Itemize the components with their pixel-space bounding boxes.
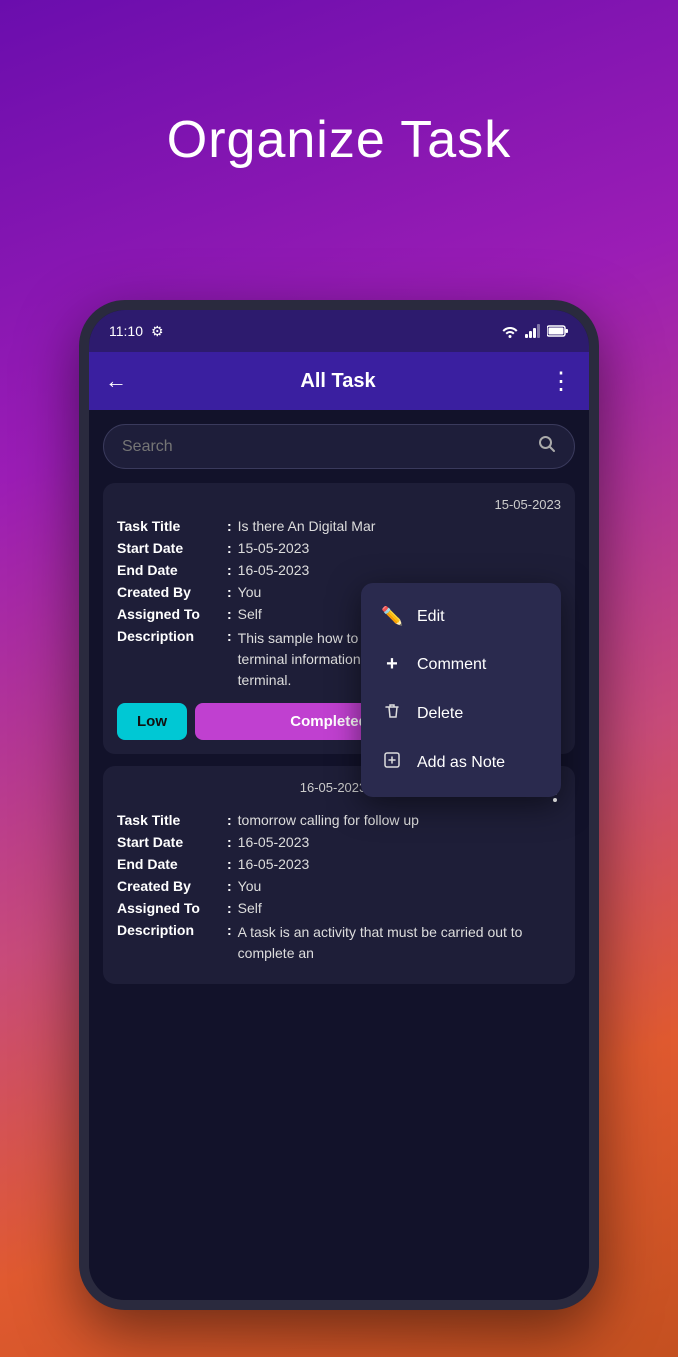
add-note-icon <box>381 751 403 774</box>
status-icons <box>501 324 569 338</box>
app-title: Organize Task <box>0 110 678 170</box>
context-delete[interactable]: Delete <box>361 689 561 738</box>
edit-icon: ✏️ <box>381 606 403 627</box>
task2-startdate-value: 16-05-2023 <box>238 834 310 850</box>
task2-desc-label: Description <box>117 922 227 938</box>
wifi-icon <box>501 324 519 338</box>
context-edit-label: Edit <box>417 608 445 626</box>
gear-icon: ⚙ <box>151 323 164 340</box>
top-bar: ← All Task ⋮ <box>89 352 589 410</box>
context-comment-label: Comment <box>417 656 486 674</box>
task2-title-row: Task Title : tomorrow calling for follow… <box>117 812 561 828</box>
search-bar[interactable] <box>103 424 575 469</box>
task2-assignedto-row: Assigned To : Self <box>117 900 561 916</box>
context-addnote-label: Add as Note <box>417 754 505 772</box>
time-display: 11:10 <box>109 323 143 339</box>
signal-icon <box>525 324 541 338</box>
top-bar-title: All Task <box>300 370 375 393</box>
task1-startdate-row: Start Date : 15-05-2023 <box>117 540 561 556</box>
task2-date: 16-05-2023 <box>300 780 367 795</box>
phone-frame: 11:10 ⚙ ← All Task ⋮ <box>79 300 599 1310</box>
task2-assignedto-label: Assigned To <box>117 900 227 916</box>
task1-assignedto-label: Assigned To <box>117 606 227 622</box>
task1-createdby-value: You <box>238 584 262 600</box>
low-priority-button[interactable]: Low <box>117 703 187 740</box>
task2-enddate-value: 16-05-2023 <box>238 856 310 872</box>
task2-createdby-row: Created By : You <box>117 878 561 894</box>
context-comment[interactable]: + Comment <box>361 640 561 689</box>
main-content: 15-05-2023 Task Title : Is there An Digi… <box>89 410 589 1300</box>
task2-title-value: tomorrow calling for follow up <box>238 812 419 828</box>
task2-title-label: Task Title <box>117 812 227 828</box>
task2-enddate-label: End Date <box>117 856 227 872</box>
search-input[interactable] <box>122 438 528 456</box>
task1-date: 15-05-2023 <box>117 497 561 512</box>
task1-startdate-value: 15-05-2023 <box>238 540 310 556</box>
task2-desc-value: A task is an activity that must be carri… <box>238 922 561 964</box>
task1-createdby-label: Created By <box>117 584 227 600</box>
task1-title-label: Task Title <box>117 518 227 534</box>
back-button[interactable]: ← <box>105 368 127 394</box>
task2-startdate-label: Start Date <box>117 834 227 850</box>
comment-icon: + <box>381 653 403 676</box>
context-menu: ✏️ Edit + Comment Delete <box>361 583 561 797</box>
top-bar-menu[interactable]: ⋮ <box>549 367 573 396</box>
task1-title-value: Is there An Digital Mar <box>238 518 376 534</box>
task1-startdate-label: Start Date <box>117 540 227 556</box>
context-delete-label: Delete <box>417 705 463 723</box>
task1-title-row: Task Title : Is there An Digital Mar <box>117 518 561 534</box>
task2-assignedto-value: Self <box>238 900 262 916</box>
delete-icon <box>381 702 403 725</box>
task2-desc-row: Description : A task is an activity that… <box>117 922 561 964</box>
task2-createdby-label: Created By <box>117 878 227 894</box>
search-icon <box>538 435 556 458</box>
task1-enddate-value: 16-05-2023 <box>238 562 310 578</box>
task1-enddate-label: End Date <box>117 562 227 578</box>
task2-createdby-value: You <box>238 878 262 894</box>
battery-icon <box>547 325 569 337</box>
status-bar: 11:10 ⚙ <box>89 310 589 352</box>
context-edit[interactable]: ✏️ Edit <box>361 593 561 640</box>
task1-assignedto-value: Self <box>238 606 262 622</box>
task2-startdate-row: Start Date : 16-05-2023 <box>117 834 561 850</box>
task1-enddate-row: End Date : 16-05-2023 <box>117 562 561 578</box>
task2-enddate-row: End Date : 16-05-2023 <box>117 856 561 872</box>
task-card-1: 15-05-2023 Task Title : Is there An Digi… <box>103 483 575 754</box>
task-card-2: 16-05-2023 Task Title : tomorrow calling… <box>103 766 575 984</box>
context-add-note[interactable]: Add as Note <box>361 738 561 787</box>
task1-desc-label: Description <box>117 628 227 644</box>
